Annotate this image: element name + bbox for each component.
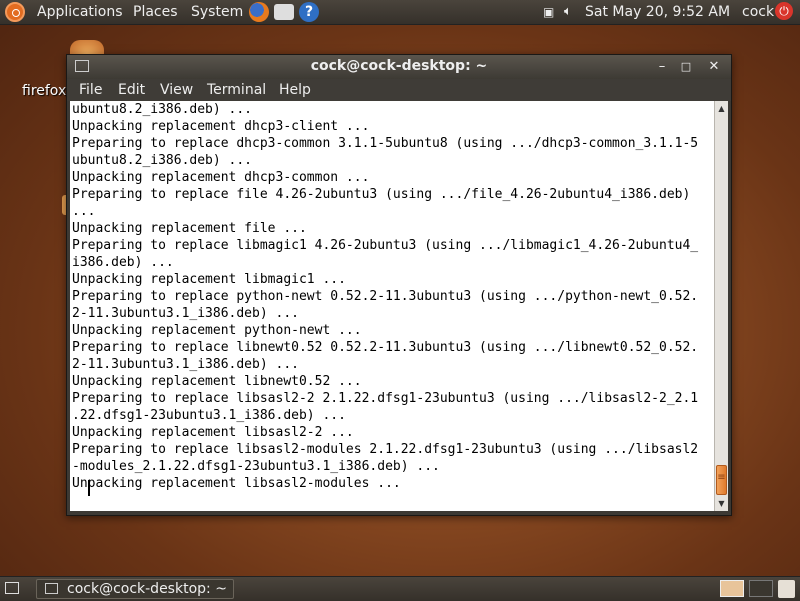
system-menu[interactable]: System [191, 3, 243, 21]
terminal-line: Preparing to replace libsasl2-2 2.1.22.d… [72, 391, 699, 406]
terminal-line: Unpacking replacement file ... [72, 221, 307, 236]
user-name[interactable]: cock [742, 3, 774, 21]
maximize-button[interactable]: □ [677, 58, 695, 76]
ubuntu-logo-icon[interactable] [5, 2, 25, 22]
bottom-panel: cock@cock-desktop: ~ [0, 576, 800, 601]
menubar: File Edit View Terminal Help [67, 79, 731, 101]
terminal-line: Preparing to replace libnewt0.52 0.52.2-… [72, 340, 699, 355]
terminal-window: cock@cock-desktop: ~ – □ ✕ File Edit Vie… [66, 54, 732, 516]
terminal-line: Unpacking replacement libmagic1 ... [72, 272, 346, 287]
power-icon[interactable]: ⏻ [775, 2, 793, 20]
trash-icon[interactable] [778, 580, 795, 598]
terminal-line: 2-11.3ubuntu3.1_i386.deb) ... [72, 306, 299, 321]
help-icon[interactable]: ? [299, 2, 319, 22]
menu-view[interactable]: View [160, 81, 193, 99]
terminal-line: 2-11.3ubuntu3.1_i386.deb) ... [72, 357, 299, 372]
terminal-line: ubuntu8.2_i386.deb) ... [72, 102, 253, 117]
applications-menu[interactable]: Applications [37, 3, 123, 21]
show-desktop-icon[interactable] [5, 582, 19, 594]
terminal-line: Unpacking replacement python-newt ... [72, 323, 362, 338]
terminal-line: Preparing to replace python-newt 0.52.2-… [72, 289, 699, 304]
top-panel: Applications Places System ? ▣ 🔈︎ Sat Ma… [0, 0, 800, 25]
terminal-line: Unpacking replacement dhcp3-client ... [72, 119, 370, 134]
close-button[interactable]: ✕ [705, 58, 723, 76]
desktop-icon-label[interactable]: firefox [22, 83, 66, 99]
terminal-text: ubuntu8.2_i386.deb) ... Unpacking replace… [70, 101, 714, 492]
display-icon[interactable]: ▣ [543, 3, 554, 21]
workspace-1[interactable] [720, 580, 744, 597]
minimize-button[interactable]: – [653, 58, 671, 76]
taskbar-label: cock@cock-desktop: ~ [67, 581, 227, 597]
taskbar-terminal-button[interactable]: cock@cock-desktop: ~ [36, 579, 234, 599]
terminal-line: Preparing to replace file 4.26-2ubuntu3 … [72, 187, 691, 202]
terminal-line: ubuntu8.2_i386.deb) ... [72, 153, 253, 168]
terminal-line: i386.deb) ... [72, 255, 174, 270]
terminal-line: Preparing to replace dhcp3-common 3.1.1-… [72, 136, 699, 151]
mail-icon[interactable] [274, 4, 294, 20]
menu-terminal[interactable]: Terminal [207, 81, 266, 99]
terminal-output[interactable]: ubuntu8.2_i386.deb) ... Unpacking replace… [70, 101, 714, 511]
scroll-down-icon[interactable]: ▼ [715, 497, 728, 510]
clock[interactable]: Sat May 20, 9:52 AM [585, 3, 730, 21]
scroll-thumb[interactable] [716, 465, 727, 495]
volume-icon[interactable]: 🔈︎ [564, 3, 572, 21]
terminal-line: Preparing to replace libmagic1 4.26-2ubu… [72, 238, 699, 253]
terminal-line: -modules_2.1.22.dfsg1-23ubuntu3.1_i386.d… [72, 459, 440, 474]
terminal-line: Preparing to replace libsasl2-modules 2.… [72, 442, 699, 457]
window-titlebar[interactable]: cock@cock-desktop: ~ – □ ✕ [67, 55, 731, 79]
text-cursor-icon [88, 480, 94, 496]
terminal-line: Unpacking replacement libsasl2-modules .… [72, 476, 401, 491]
menu-file[interactable]: File [79, 81, 102, 99]
terminal-icon [45, 583, 58, 594]
terminal-line: Unpacking replacement libsasl2-2 ... [72, 425, 354, 440]
scroll-up-icon[interactable]: ▲ [715, 102, 728, 115]
workspace-2[interactable] [749, 580, 773, 597]
terminal-line: Unpacking replacement libnewt0.52 ... [72, 374, 362, 389]
scrollbar[interactable]: ▲ ▼ [714, 101, 728, 511]
terminal-line: .22.dfsg1-23ubuntu3.1_i386.deb) ... [72, 408, 346, 423]
firefox-icon[interactable] [249, 2, 269, 22]
terminal-line: Unpacking replacement dhcp3-common ... [72, 170, 370, 185]
menu-help[interactable]: Help [279, 81, 311, 99]
menu-edit[interactable]: Edit [118, 81, 145, 99]
terminal-line: ... [72, 204, 96, 219]
window-title: cock@cock-desktop: ~ [310, 58, 488, 74]
places-menu[interactable]: Places [133, 3, 178, 21]
